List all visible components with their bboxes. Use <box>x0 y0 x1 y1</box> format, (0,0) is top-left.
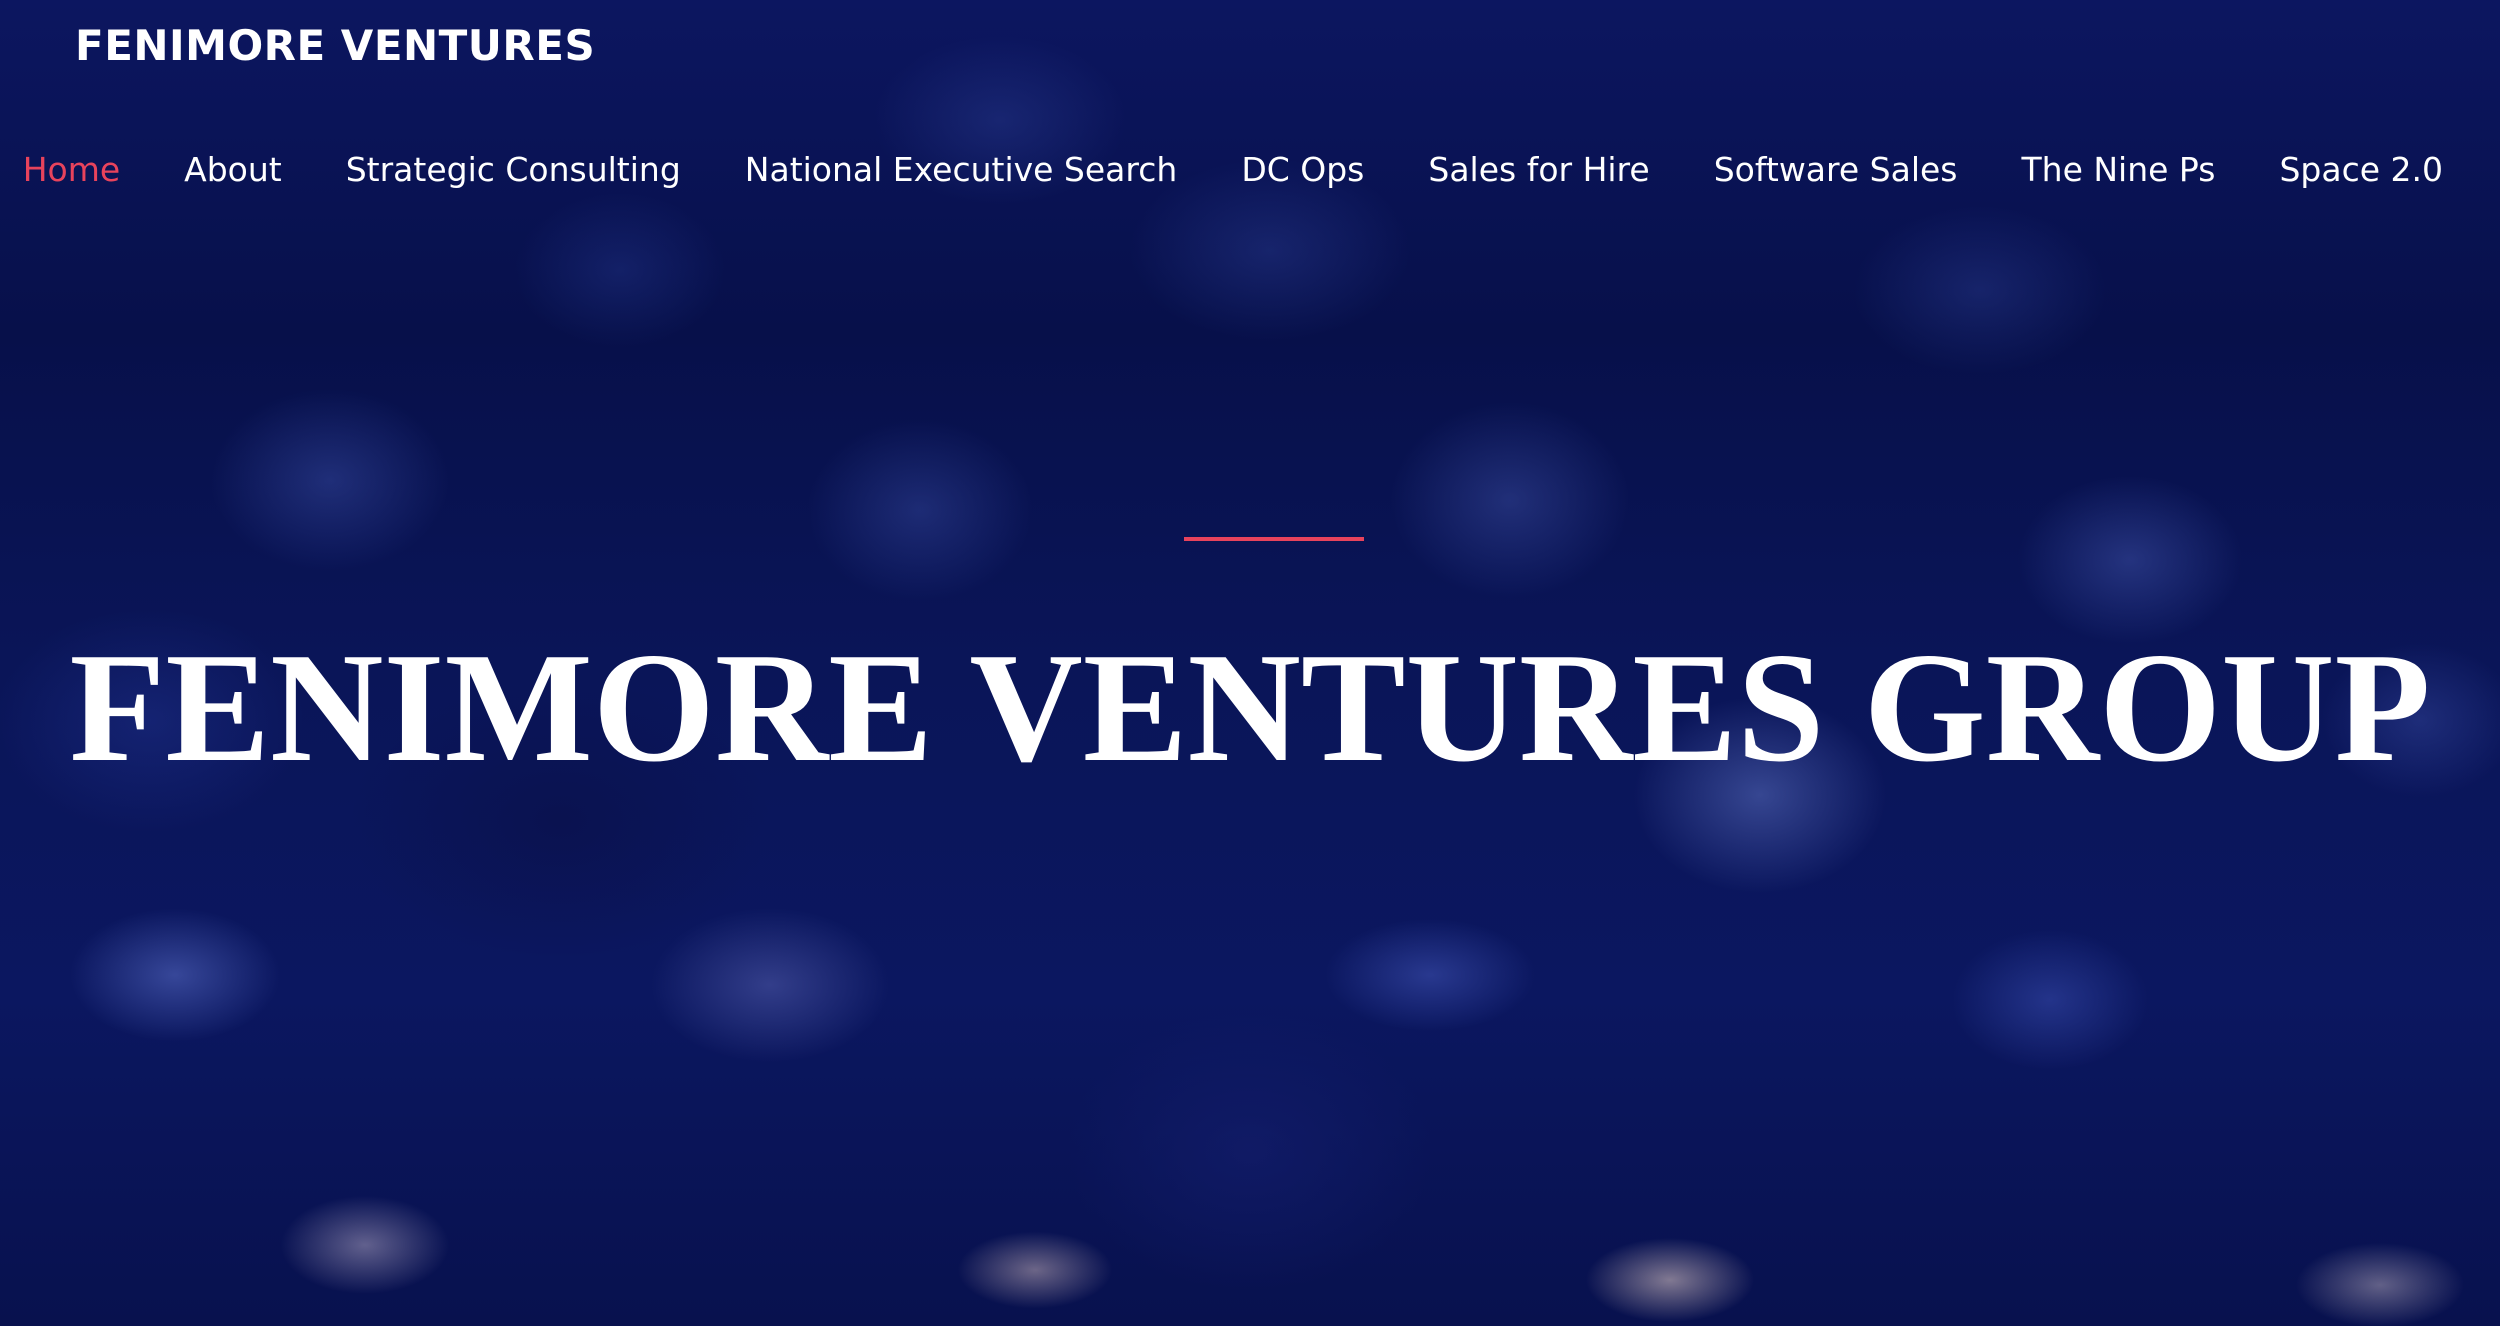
nav-item-the-nine-ps[interactable]: The Nine Ps <box>2022 146 2216 194</box>
main-nav: Home About Strategic Consulting National… <box>23 146 2443 194</box>
nav-item-strategic-consulting[interactable]: Strategic Consulting <box>346 146 681 194</box>
nav-item-sales-for-hire[interactable]: Sales for Hire <box>1428 146 1649 194</box>
nav-item-software-sales[interactable]: Software Sales <box>1714 146 1958 194</box>
nav-item-dc-ops[interactable]: DC Ops <box>1241 146 1364 194</box>
nav-item-home[interactable]: Home <box>23 146 120 194</box>
nav-item-national-executive-search[interactable]: National Executive Search <box>745 146 1178 194</box>
hero-divider <box>1184 537 1364 541</box>
nav-item-about[interactable]: About <box>184 146 282 194</box>
hero-section: FENIMORE VENTURES Home About Strategic C… <box>0 0 2500 1326</box>
site-title[interactable]: FENIMORE VENTURES <box>75 20 595 72</box>
hero-title: FENIMORE VENTURES GROUP <box>69 620 2431 794</box>
nav-item-space-2-0[interactable]: Space 2.0 <box>2279 146 2443 194</box>
